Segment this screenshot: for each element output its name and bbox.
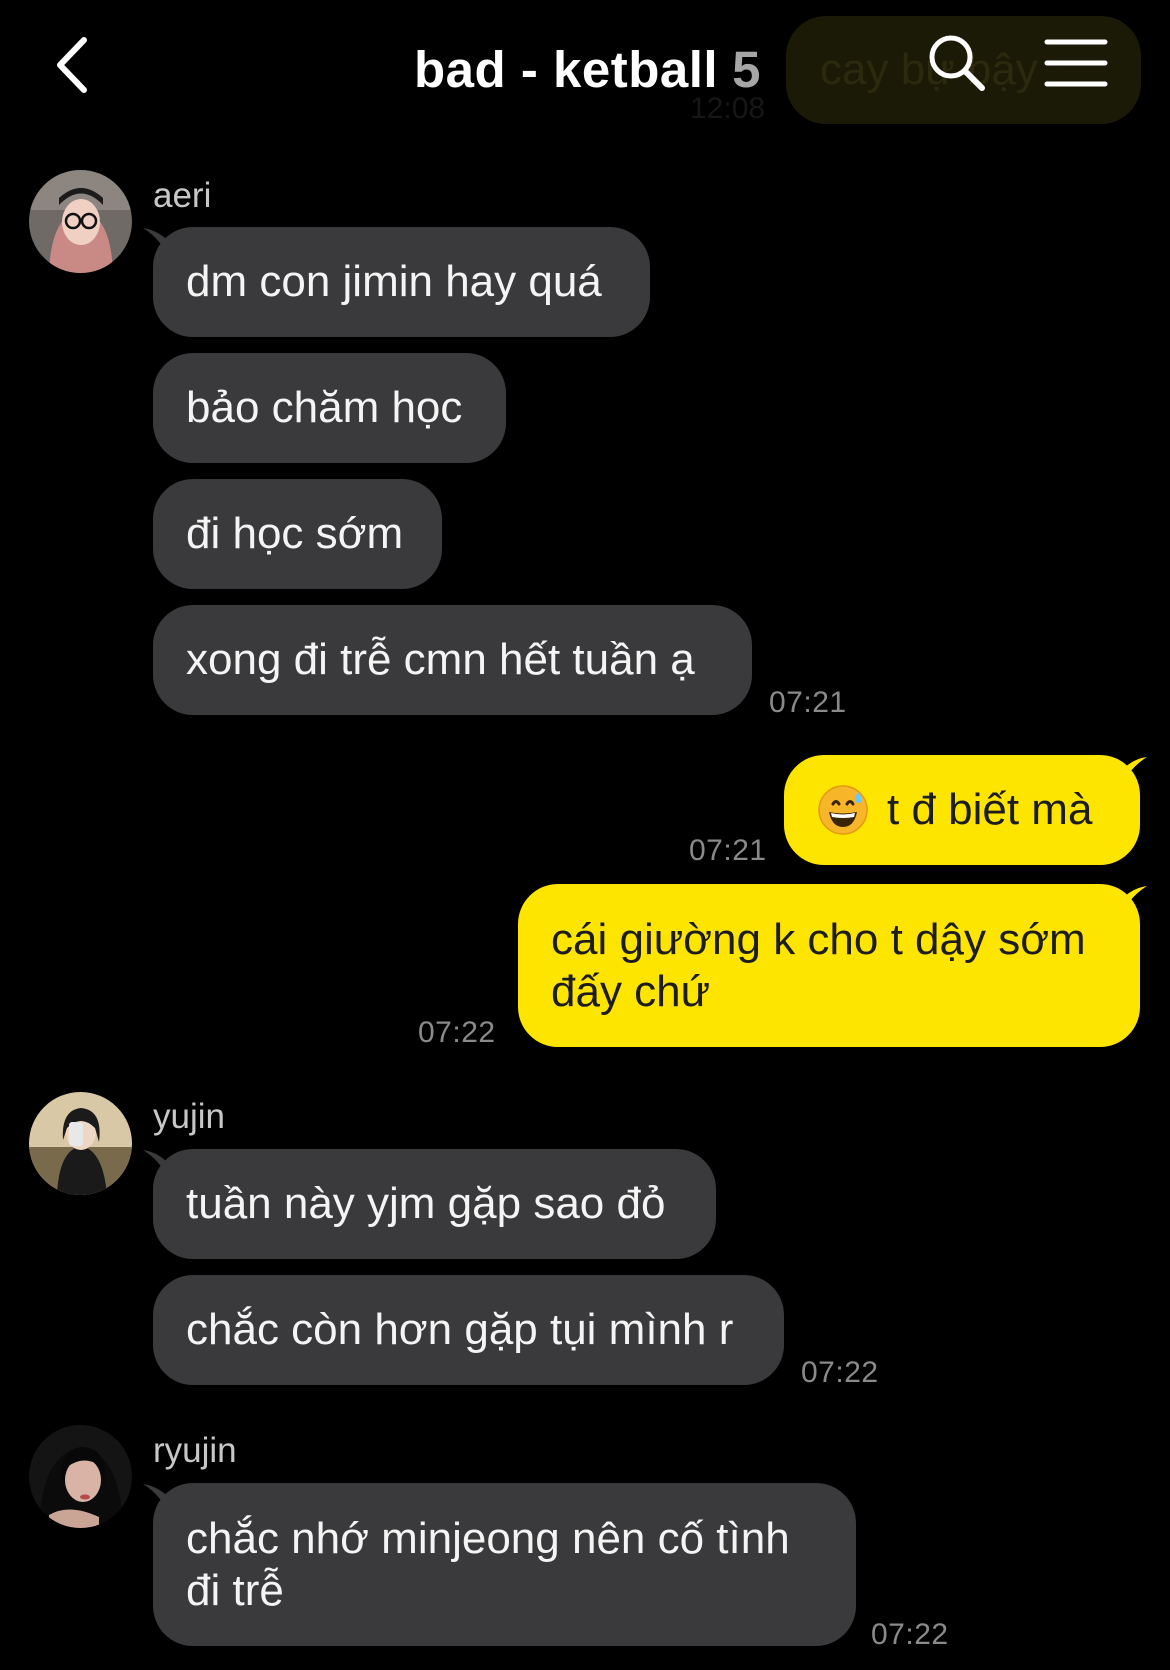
chevron-left-icon [57,37,87,93]
message-bubble[interactable]: đi học sớm [153,479,442,589]
message-time: 07:22 [871,1618,949,1651]
message-bubble[interactable]: chắc còn hơn gặp tụi mình r [153,1275,784,1385]
sender-name-yujin: yujin [153,1097,225,1136]
menu-button[interactable] [1044,36,1108,90]
message-bubble-sent[interactable]: t đ biết mà [784,755,1140,865]
message-bubble-sent[interactable]: cái giường k cho t dậy sớm đấy chứ [518,884,1140,1047]
message-time: 07:22 [801,1356,879,1389]
message-time: 07:21 [689,834,767,867]
message-text: t đ biết mà [887,785,1093,834]
avatar-aeri[interactable] [29,170,132,273]
message-time: 07:22 [418,1016,496,1049]
avatar-yujin[interactable] [29,1092,132,1195]
message-bubble[interactable]: bảo chăm học [153,353,506,463]
chat-room-name: bad - ketball [414,40,719,98]
profile-photo-icon [29,170,132,273]
grinning-face-with-sweat-emoji [818,785,868,835]
profile-photo-icon [29,1425,132,1528]
chat-title[interactable]: bad - ketball 5 [414,34,760,104]
profile-photo-icon [29,1092,132,1195]
sender-name-ryujin: ryujin [153,1431,237,1470]
message-bubble[interactable]: chắc nhớ minjeong nên cố tình đi trễ [153,1483,856,1646]
hamburger-menu-icon [1044,39,1108,87]
member-count: 5 [732,40,761,98]
chat-header: cay bự bậy 12:08 bad - ketball 5 [0,0,1170,140]
message-bubble[interactable]: tuần này yjm gặp sao đỏ [153,1149,716,1259]
message-bubble[interactable]: dm con jimin hay quá [153,227,650,337]
message-bubble[interactable]: xong đi trễ cmn hết tuần ạ [153,605,752,715]
back-button[interactable] [44,30,100,100]
search-button[interactable] [926,32,988,94]
sender-name-aeri: aeri [153,176,212,215]
avatar-ryujin[interactable] [29,1425,132,1528]
message-time: 07:21 [769,686,847,719]
search-icon [929,35,985,91]
